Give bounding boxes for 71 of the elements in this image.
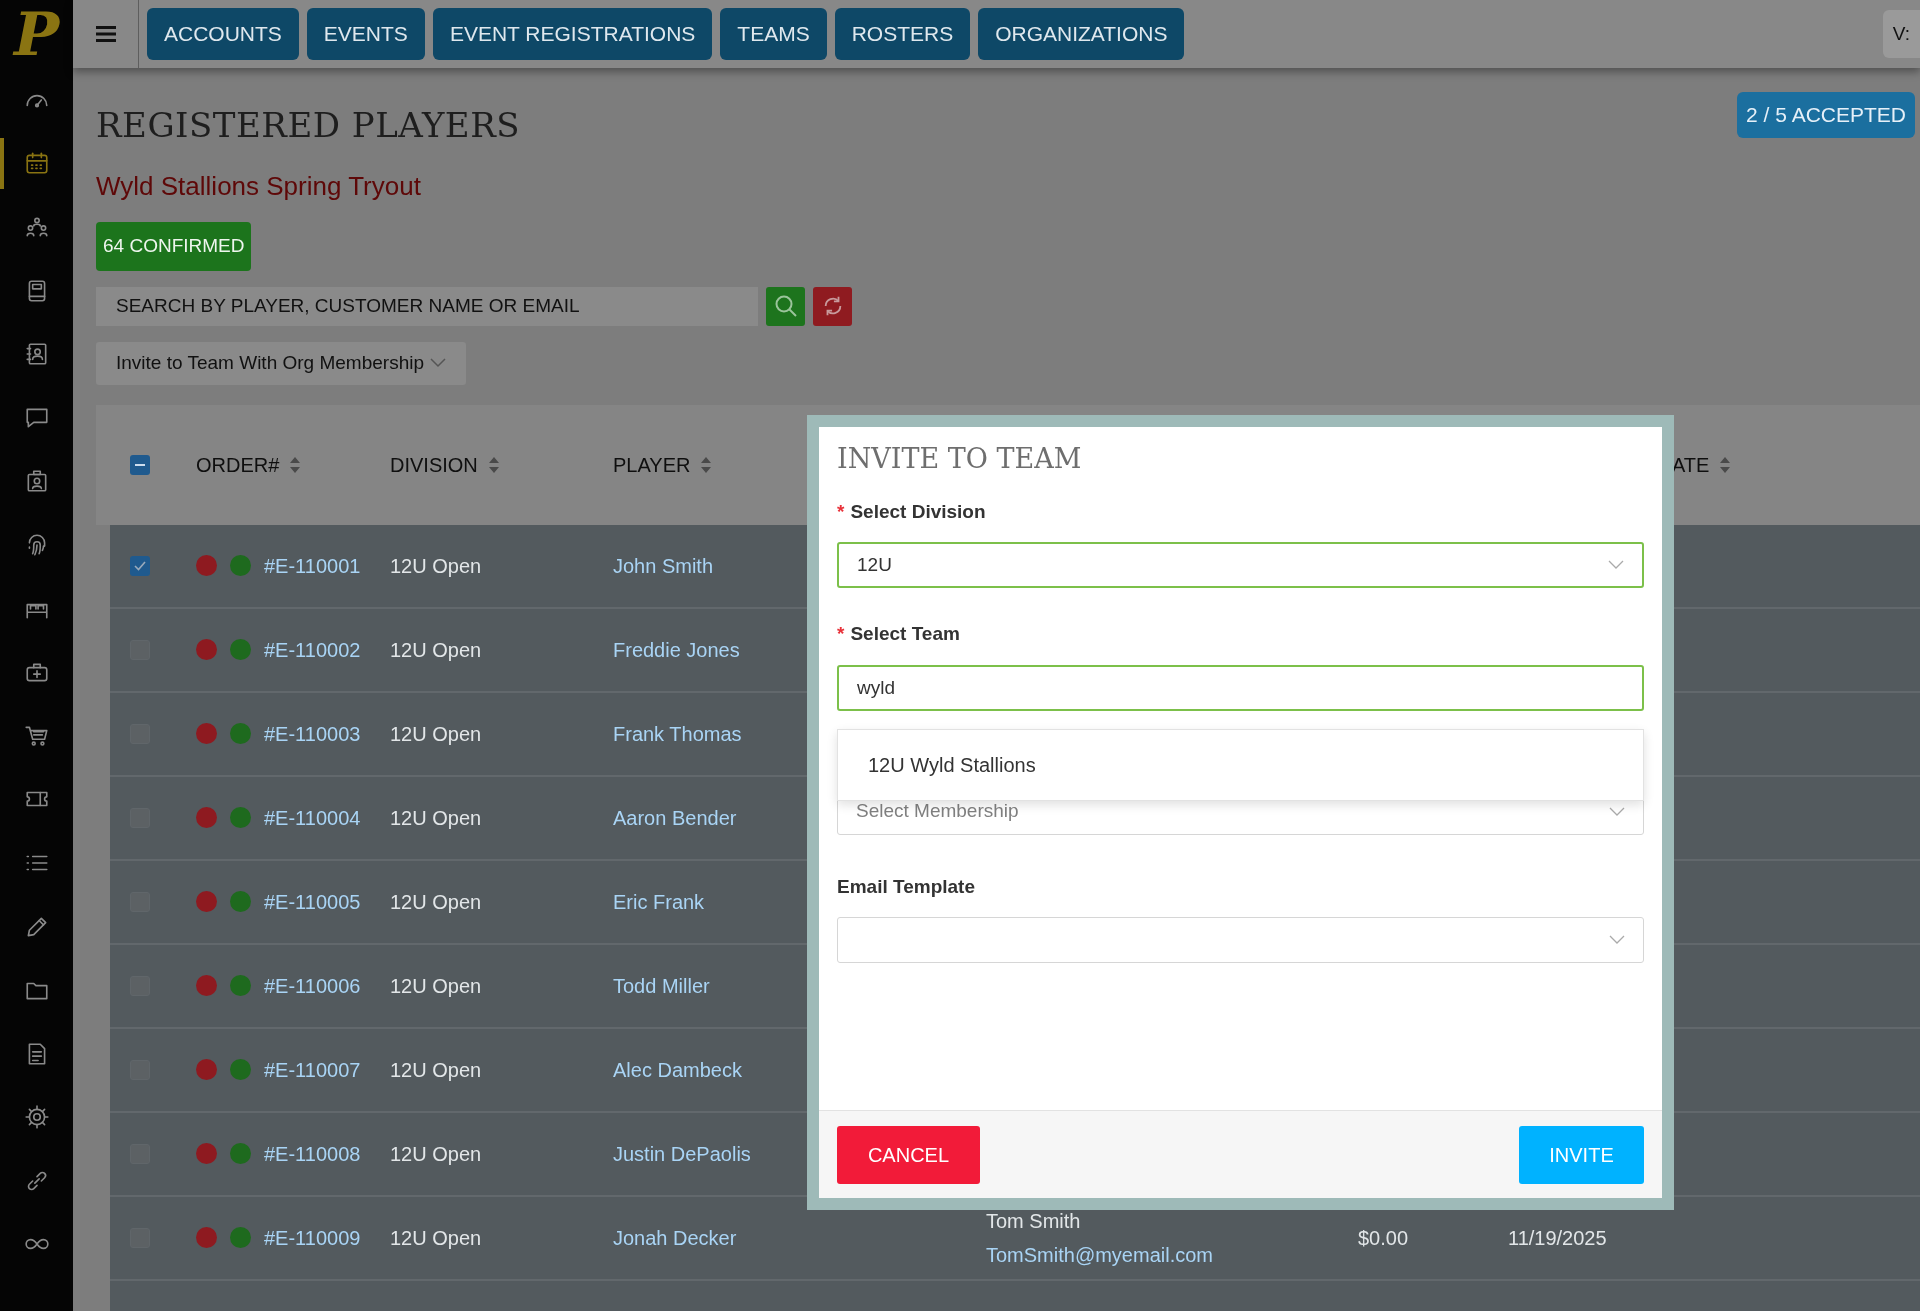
column-header[interactable]: ORDER#: [196, 449, 280, 480]
select-field[interactable]: 12U: [837, 542, 1644, 588]
page-title: REGISTERED PLAYERS: [96, 104, 521, 147]
nav-tab[interactable]: ORGANIZATIONS: [978, 8, 1185, 60]
player-link[interactable]: Jonah Decker: [613, 1226, 737, 1249]
search-button[interactable]: [766, 286, 805, 326]
nav-tab[interactable]: ACCOUNTS: [147, 8, 299, 60]
division-cell: 12U Open: [390, 722, 482, 745]
field-label: * Select Team: [837, 622, 961, 646]
division-cell: 12U Open: [390, 1226, 482, 1249]
field-label: Email Template: [837, 874, 976, 899]
player-link[interactable]: Justin DePaolis: [613, 1142, 751, 1165]
logo[interactable]: P: [0, 0, 73, 68]
nav-tab[interactable]: TEAMS: [720, 8, 827, 60]
date-cell-text: 11/19/2025: [1508, 1225, 1607, 1251]
player-link[interactable]: Frank Thomas: [613, 722, 742, 745]
division-cell: 12U Open: [390, 1058, 482, 1081]
player-link[interactable]: John Smith: [613, 554, 714, 577]
chevron-icon: [1609, 935, 1625, 945]
order-link[interactable]: #E-110009: [264, 1222, 361, 1253]
division-cell: 12U Open: [390, 974, 482, 997]
team-input-field[interactable]: wyld: [837, 664, 1644, 711]
chevron-icon: [1608, 560, 1624, 570]
chevron-icon: [430, 358, 446, 368]
confirmed-badge: 64 CONFIRMED: [96, 222, 252, 271]
checkbox[interactable]: [130, 454, 150, 475]
nav-tab[interactable]: EVENTS: [306, 8, 425, 60]
player-link[interactable]: Alec Dambeck: [613, 1058, 742, 1081]
suggestion-item[interactable]: 12U Wyld Stallions: [868, 749, 1036, 780]
checkbox[interactable]: [130, 555, 150, 576]
order-link[interactable]: #E-110006: [264, 970, 361, 1001]
order-link[interactable]: #E-110004: [264, 802, 361, 833]
menu-icon[interactable]: [95, 26, 116, 42]
column-header[interactable]: ATE: [1672, 449, 1710, 480]
division-cell: 12U Open: [390, 638, 482, 661]
field-label: * Select Division: [837, 499, 987, 524]
chevron-icon: [1609, 806, 1625, 817]
division-cell: 12U Open: [390, 1142, 482, 1165]
division-cell: 12U Open: [390, 890, 482, 913]
event-title: Wyld Stallions Spring Tryout: [96, 170, 422, 203]
nav-tab[interactable]: ROSTERS: [834, 8, 971, 60]
amount-cell: $0.00: [1358, 1226, 1409, 1249]
player-link[interactable]: Aaron Bender: [613, 806, 737, 829]
order-link[interactable]: #E-110005: [264, 886, 361, 917]
action-select[interactable]: Invite to Team With Org Membership: [96, 341, 466, 385]
dialog-title: INVITE TO TEAM: [837, 442, 1083, 476]
nav-tab[interactable]: EVENT REGISTRATIONS: [432, 8, 713, 60]
order-link[interactable]: #E-110008: [264, 1138, 361, 1169]
search-icon: [773, 294, 798, 318]
order-link[interactable]: #E-110007: [264, 1054, 361, 1085]
select-field[interactable]: [837, 917, 1644, 963]
player-link[interactable]: Eric Frank: [613, 890, 705, 913]
player-link[interactable]: Freddie Jones: [613, 638, 740, 661]
invite-button[interactable]: INVITE: [1519, 1125, 1644, 1184]
email-link[interactable]: TomSmith@myemail.com: [986, 1239, 1358, 1270]
order-link[interactable]: #E-110002: [264, 634, 361, 665]
division-cell: 12U Open: [390, 554, 482, 577]
refresh-button[interactable]: [813, 286, 852, 326]
calendar-icon[interactable]: [23, 150, 50, 177]
column-header[interactable]: DIVISION: [390, 449, 478, 480]
order-link[interactable]: #E-110003: [264, 718, 361, 749]
cancel-button[interactable]: CANCEL: [837, 1125, 980, 1184]
column-header[interactable]: PLAYER: [613, 449, 691, 480]
division-cell: 12U Open: [390, 806, 482, 829]
customer-name: Tom Smith: [986, 1208, 1082, 1234]
player-link[interactable]: Todd Miller: [613, 974, 710, 997]
version-label: V:: [1882, 10, 1920, 58]
search-field[interactable]: SEARCH BY PLAYER, CUSTOMER NAME OR EMAIL: [96, 286, 758, 326]
gear-icon[interactable]: [23, 1104, 50, 1131]
accepted-button[interactable]: 2 / 5 ACCEPTED: [1737, 92, 1915, 138]
order-link[interactable]: #E-110001: [264, 550, 361, 581]
